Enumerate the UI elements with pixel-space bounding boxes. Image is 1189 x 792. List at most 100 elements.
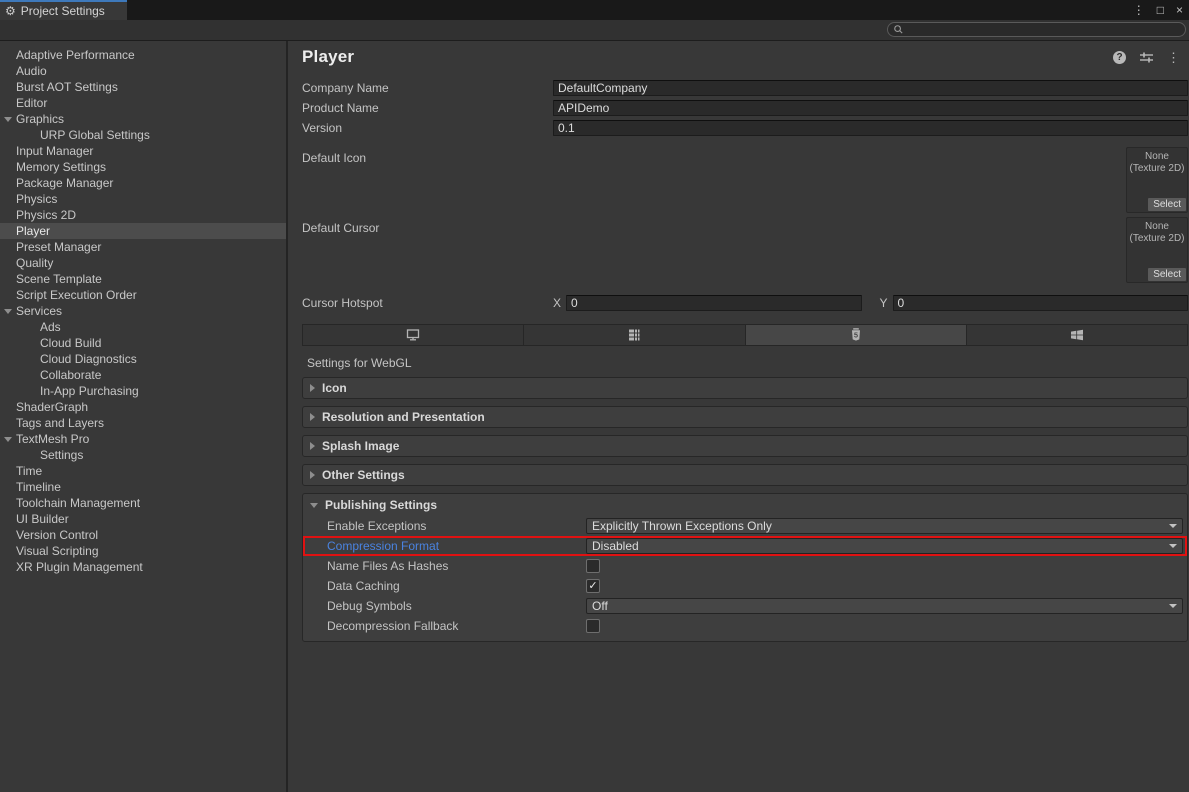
version-field[interactable] <box>553 120 1188 136</box>
chevron-down-icon <box>1169 524 1177 528</box>
section-title: Publishing Settings <box>325 498 437 512</box>
platform-tabs: 5 <box>302 324 1188 346</box>
maximize-icon[interactable]: □ <box>1157 3 1164 17</box>
sidebar-item-quality[interactable]: Quality <box>0 255 286 271</box>
default-icon-label: Default Icon <box>302 151 1126 165</box>
foldout-collapsed-icon[interactable] <box>310 384 315 392</box>
tab-windows-store[interactable] <box>967 325 1187 345</box>
page-title: Player <box>302 47 1113 67</box>
sidebar-item-audio[interactable]: Audio <box>0 63 286 79</box>
sidebar-item-collaborate[interactable]: Collaborate <box>0 367 286 383</box>
search-input[interactable] <box>907 24 1172 36</box>
debug-symbols-row: Debug Symbols Off <box>303 596 1187 616</box>
data-caching-checkbox[interactable]: ✓ <box>586 579 600 593</box>
panel-menu-icon[interactable]: ⋮ <box>1167 51 1180 64</box>
publishing-settings-header[interactable]: Publishing Settings <box>303 494 1187 516</box>
debug-symbols-dropdown[interactable]: Off <box>586 598 1183 614</box>
sidebar-item-input-manager[interactable]: Input Manager <box>0 143 286 159</box>
sidebar-item-ads[interactable]: Ads <box>0 319 286 335</box>
sidebar-item-cloud-build[interactable]: Cloud Build <box>0 335 286 351</box>
foldout-expanded-icon[interactable] <box>4 309 12 314</box>
enable-exceptions-dropdown[interactable]: Explicitly Thrown Exceptions Only <box>586 518 1183 534</box>
cursor-hotspot-x-input[interactable] <box>566 295 861 311</box>
sidebar-item-package-manager[interactable]: Package Manager <box>0 175 286 191</box>
sidebar-item-toolchain-management[interactable]: Toolchain Management <box>0 495 286 511</box>
sidebar-item-script-execution-order[interactable]: Script Execution Order <box>0 287 286 303</box>
enable-exceptions-row: Enable Exceptions Explicitly Thrown Exce… <box>303 516 1187 536</box>
sidebar-item-ui-builder[interactable]: UI Builder <box>0 511 286 527</box>
sidebar-item-cloud-diagnostics[interactable]: Cloud Diagnostics <box>0 351 286 367</box>
foldout-expanded-icon[interactable] <box>310 503 318 508</box>
tab-webgl[interactable]: 5 <box>746 325 967 345</box>
sidebar-item-physics[interactable]: Physics <box>0 191 286 207</box>
foldout-collapsed-icon[interactable] <box>310 471 315 479</box>
default-icon-picker[interactable]: None (Texture 2D) Select <box>1126 147 1188 213</box>
version-label: Version <box>302 121 553 135</box>
close-icon[interactable]: × <box>1176 3 1183 17</box>
foldout-expanded-icon[interactable] <box>4 437 12 442</box>
default-cursor-picker[interactable]: None (Texture 2D) Select <box>1126 217 1188 283</box>
sidebar-item-preset-manager[interactable]: Preset Manager <box>0 239 286 255</box>
dropdown-value: Explicitly Thrown Exceptions Only <box>592 519 772 533</box>
sidebar-item-visual-scripting[interactable]: Visual Scripting <box>0 543 286 559</box>
dropdown-value: Off <box>592 599 608 613</box>
sidebar-item-textmesh-pro[interactable]: TextMesh Pro <box>0 431 286 447</box>
search-box[interactable] <box>887 22 1186 37</box>
toolbar <box>0 20 1189 41</box>
company-name-field[interactable] <box>553 80 1188 96</box>
tab-standalone[interactable] <box>303 325 524 345</box>
sidebar-item-services[interactable]: Services <box>0 303 286 319</box>
object-none-value: None (Texture 2D) <box>1127 151 1187 175</box>
sidebar-item-editor[interactable]: Editor <box>0 95 286 111</box>
select-button[interactable]: Select <box>1148 198 1186 211</box>
window-menu-icon[interactable]: ⋮ <box>1133 3 1145 17</box>
name-files-as-hashes-checkbox[interactable] <box>586 559 600 573</box>
section-icon[interactable]: Icon <box>302 377 1188 399</box>
compression-format-dropdown[interactable]: Disabled <box>586 538 1183 554</box>
select-button[interactable]: Select <box>1148 268 1186 281</box>
sidebar-item-memory-settings[interactable]: Memory Settings <box>0 159 286 175</box>
search-icon <box>893 24 904 35</box>
section-resolution-and-presentation[interactable]: Resolution and Presentation <box>302 406 1188 428</box>
sidebar-item-burst-aot-settings[interactable]: Burst AOT Settings <box>0 79 286 95</box>
product-name-field[interactable] <box>553 100 1188 116</box>
cursor-hotspot-y-input[interactable] <box>893 295 1188 311</box>
window-titlebar: ⚙ Project Settings ⋮ □ × <box>0 0 1189 20</box>
section-other-settings[interactable]: Other Settings <box>302 464 1188 486</box>
sidebar-item-tags-and-layers[interactable]: Tags and Layers <box>0 415 286 431</box>
sidebar-item-tmp-settings[interactable]: Settings <box>0 447 286 463</box>
sidebar-item-scene-template[interactable]: Scene Template <box>0 271 286 287</box>
sidebar-item-graphics[interactable]: Graphics <box>0 111 286 127</box>
sidebar-item-shadergraph[interactable]: ShaderGraph <box>0 399 286 415</box>
cursor-hotspot-label: Cursor Hotspot <box>302 296 553 310</box>
sidebar-item-time[interactable]: Time <box>0 463 286 479</box>
name-files-as-hashes-row: Name Files As Hashes <box>303 556 1187 576</box>
sidebar-item-version-control[interactable]: Version Control <box>0 527 286 543</box>
sidebar-item-in-app-purchasing[interactable]: In-App Purchasing <box>0 383 286 399</box>
sidebar-item-xr-plugin-management[interactable]: XR Plugin Management <box>0 559 286 575</box>
section-title: Resolution and Presentation <box>322 410 485 424</box>
foldout-expanded-icon[interactable] <box>4 117 12 122</box>
settings-sidebar: Adaptive Performance Audio Burst AOT Set… <box>0 41 288 792</box>
foldout-collapsed-icon[interactable] <box>310 413 315 421</box>
tab-project-settings[interactable]: ⚙ Project Settings <box>0 0 127 20</box>
sidebar-item-label: Services <box>16 304 62 318</box>
chevron-down-icon <box>1169 604 1177 608</box>
sidebar-item-player[interactable]: Player <box>0 223 286 239</box>
sidebar-item-timeline[interactable]: Timeline <box>0 479 286 495</box>
gear-icon: ⚙ <box>5 5 16 17</box>
monitor-icon <box>405 327 421 343</box>
section-splash-image[interactable]: Splash Image <box>302 435 1188 457</box>
sidebar-item-physics-2d[interactable]: Physics 2D <box>0 207 286 223</box>
foldout-collapsed-icon[interactable] <box>310 442 315 450</box>
product-name-label: Product Name <box>302 101 553 115</box>
sidebar-item-urp-global-settings[interactable]: URP Global Settings <box>0 127 286 143</box>
window-title: Project Settings <box>21 4 105 18</box>
decompression-fallback-checkbox[interactable] <box>586 619 600 633</box>
presets-icon[interactable] <box>1139 51 1154 64</box>
tab-dedicated-server[interactable] <box>524 325 745 345</box>
sidebar-item-adaptive-performance[interactable]: Adaptive Performance <box>0 47 286 63</box>
decompression-fallback-row: Decompression Fallback <box>303 616 1187 636</box>
default-cursor-label: Default Cursor <box>302 221 1126 235</box>
help-icon[interactable]: ? <box>1113 51 1126 64</box>
